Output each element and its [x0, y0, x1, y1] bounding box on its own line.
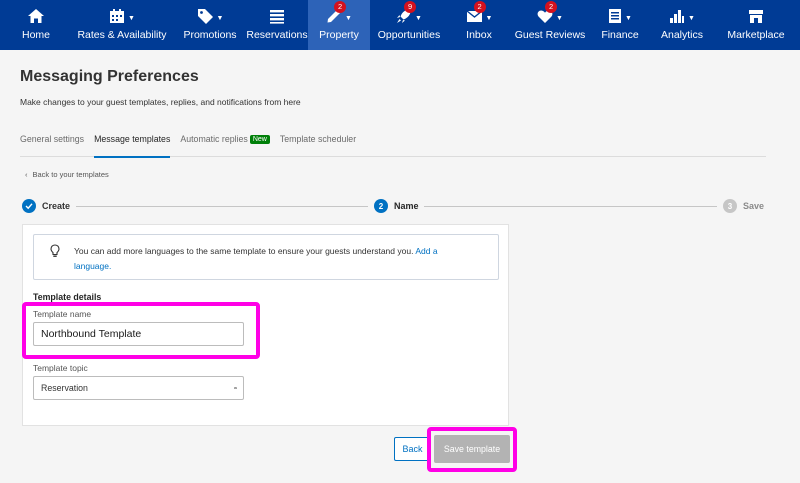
step-name: 2 Name: [374, 199, 419, 213]
nav-marketplace[interactable]: Marketplace: [714, 0, 798, 50]
tab-message-templates[interactable]: Message templates: [94, 130, 171, 158]
step-number: 3: [723, 199, 737, 213]
nav-label: Reservations: [246, 29, 308, 41]
tab-label: Automatic replies: [180, 134, 248, 144]
template-topic-select[interactable]: Reservation ‸ ˇ: [33, 376, 244, 400]
notification-badge: 9: [404, 1, 417, 13]
list-icon: [269, 7, 285, 25]
tab-automatic-replies[interactable]: Automatic replies New: [180, 130, 270, 157]
info-message: You can add more languages to the same t…: [74, 244, 474, 274]
template-name-label: Template name: [33, 309, 92, 319]
nav-home[interactable]: Home: [0, 0, 72, 50]
nav-label: Analytics: [660, 29, 703, 41]
calendar-icon: [109, 8, 125, 24]
chevron-down-icon: ▼: [485, 14, 493, 22]
nav-inbox[interactable]: 2 ▼ Inbox: [448, 0, 510, 50]
template-details-heading: Template details: [33, 292, 102, 302]
checkmark-icon: [22, 199, 36, 213]
tab-label: General settings: [20, 134, 85, 144]
nav-label: Opportunities: [377, 29, 441, 41]
tab-label: Template scheduler: [279, 134, 357, 144]
nav-label: Property: [319, 29, 359, 41]
template-name-input[interactable]: [33, 322, 244, 346]
nav-label: Inbox: [466, 29, 492, 41]
save-template-button[interactable]: Save template: [434, 435, 510, 463]
chevron-down-icon: ▼: [128, 14, 135, 22]
store-icon: [748, 7, 764, 25]
nav-label: Promotions: [183, 29, 237, 41]
top-navigation: Home ▼ Rates & Availability ▼ Promotions…: [0, 0, 800, 50]
notification-badge: 2: [473, 1, 486, 13]
notification-badge: 2: [334, 1, 347, 13]
nav-opportunities[interactable]: 9 ▼ Opportunities: [370, 0, 448, 50]
chevron-updown-icon: ‸ ˇ: [233, 379, 237, 396]
new-badge: New: [249, 135, 270, 144]
chevron-down-icon: ▼: [688, 14, 695, 22]
nav-analytics[interactable]: ▼ Analytics: [650, 0, 714, 50]
page-title: Messaging Preferences: [20, 68, 199, 85]
notification-badge: 2: [545, 1, 558, 13]
template-topic-label: Template topic: [33, 363, 88, 373]
nav-label: Guest Reviews: [514, 29, 586, 41]
nav-label: Finance: [601, 29, 639, 41]
nav-label: Rates & Availability: [77, 29, 167, 41]
page-subtitle: Make changes to your guest templates, re…: [20, 97, 301, 107]
bar-chart-icon: [669, 8, 685, 24]
back-button[interactable]: Back: [394, 437, 431, 461]
chevron-down-icon: ▼: [556, 14, 563, 22]
step-label: Create: [42, 201, 71, 211]
chevron-down-icon: ▼: [345, 14, 352, 22]
nav-reservations[interactable]: Reservations: [246, 0, 308, 50]
chevron-down-icon: ▼: [415, 14, 422, 22]
step-save: 3 Save: [723, 199, 764, 213]
nav-guest-reviews[interactable]: 2 ▼ Guest Reviews: [510, 0, 590, 50]
step-label: Name: [394, 201, 419, 211]
back-to-templates-link[interactable]: ‹ Back to your templates: [25, 170, 109, 179]
nav-rates-availability[interactable]: ▼ Rates & Availability: [72, 0, 172, 50]
home-icon: [27, 7, 45, 25]
nav-promotions[interactable]: ▼ Promotions: [172, 0, 248, 50]
back-link-label: Back to your templates: [32, 170, 109, 179]
nav-label: Marketplace: [727, 29, 785, 41]
stepper-line: [76, 206, 368, 207]
step-create: Create: [22, 199, 70, 213]
info-text: You can add more languages to the same t…: [74, 246, 414, 256]
stepper-line: [424, 206, 717, 207]
nav-property[interactable]: 2 ▼ Property: [308, 0, 370, 50]
lightbulb-icon: [50, 244, 60, 263]
step-number: 2: [374, 199, 388, 213]
nav-label: Home: [21, 29, 50, 41]
chevron-left-icon: ‹: [25, 170, 28, 179]
tab-label: Message templates: [94, 134, 171, 144]
tab-general-settings[interactable]: General settings: [20, 130, 84, 157]
document-icon: [608, 8, 622, 24]
chevron-down-icon: ▼: [216, 14, 224, 22]
nav-finance[interactable]: ▼ Finance: [590, 0, 650, 50]
selected-topic: Reservation: [41, 383, 88, 393]
chevron-down-icon: ▼: [625, 14, 632, 22]
tag-icon: [197, 8, 214, 24]
tab-template-scheduler[interactable]: Template scheduler: [280, 130, 356, 157]
step-label: Save: [743, 201, 765, 211]
tab-bar: General settings Message templates Autom…: [20, 130, 766, 158]
